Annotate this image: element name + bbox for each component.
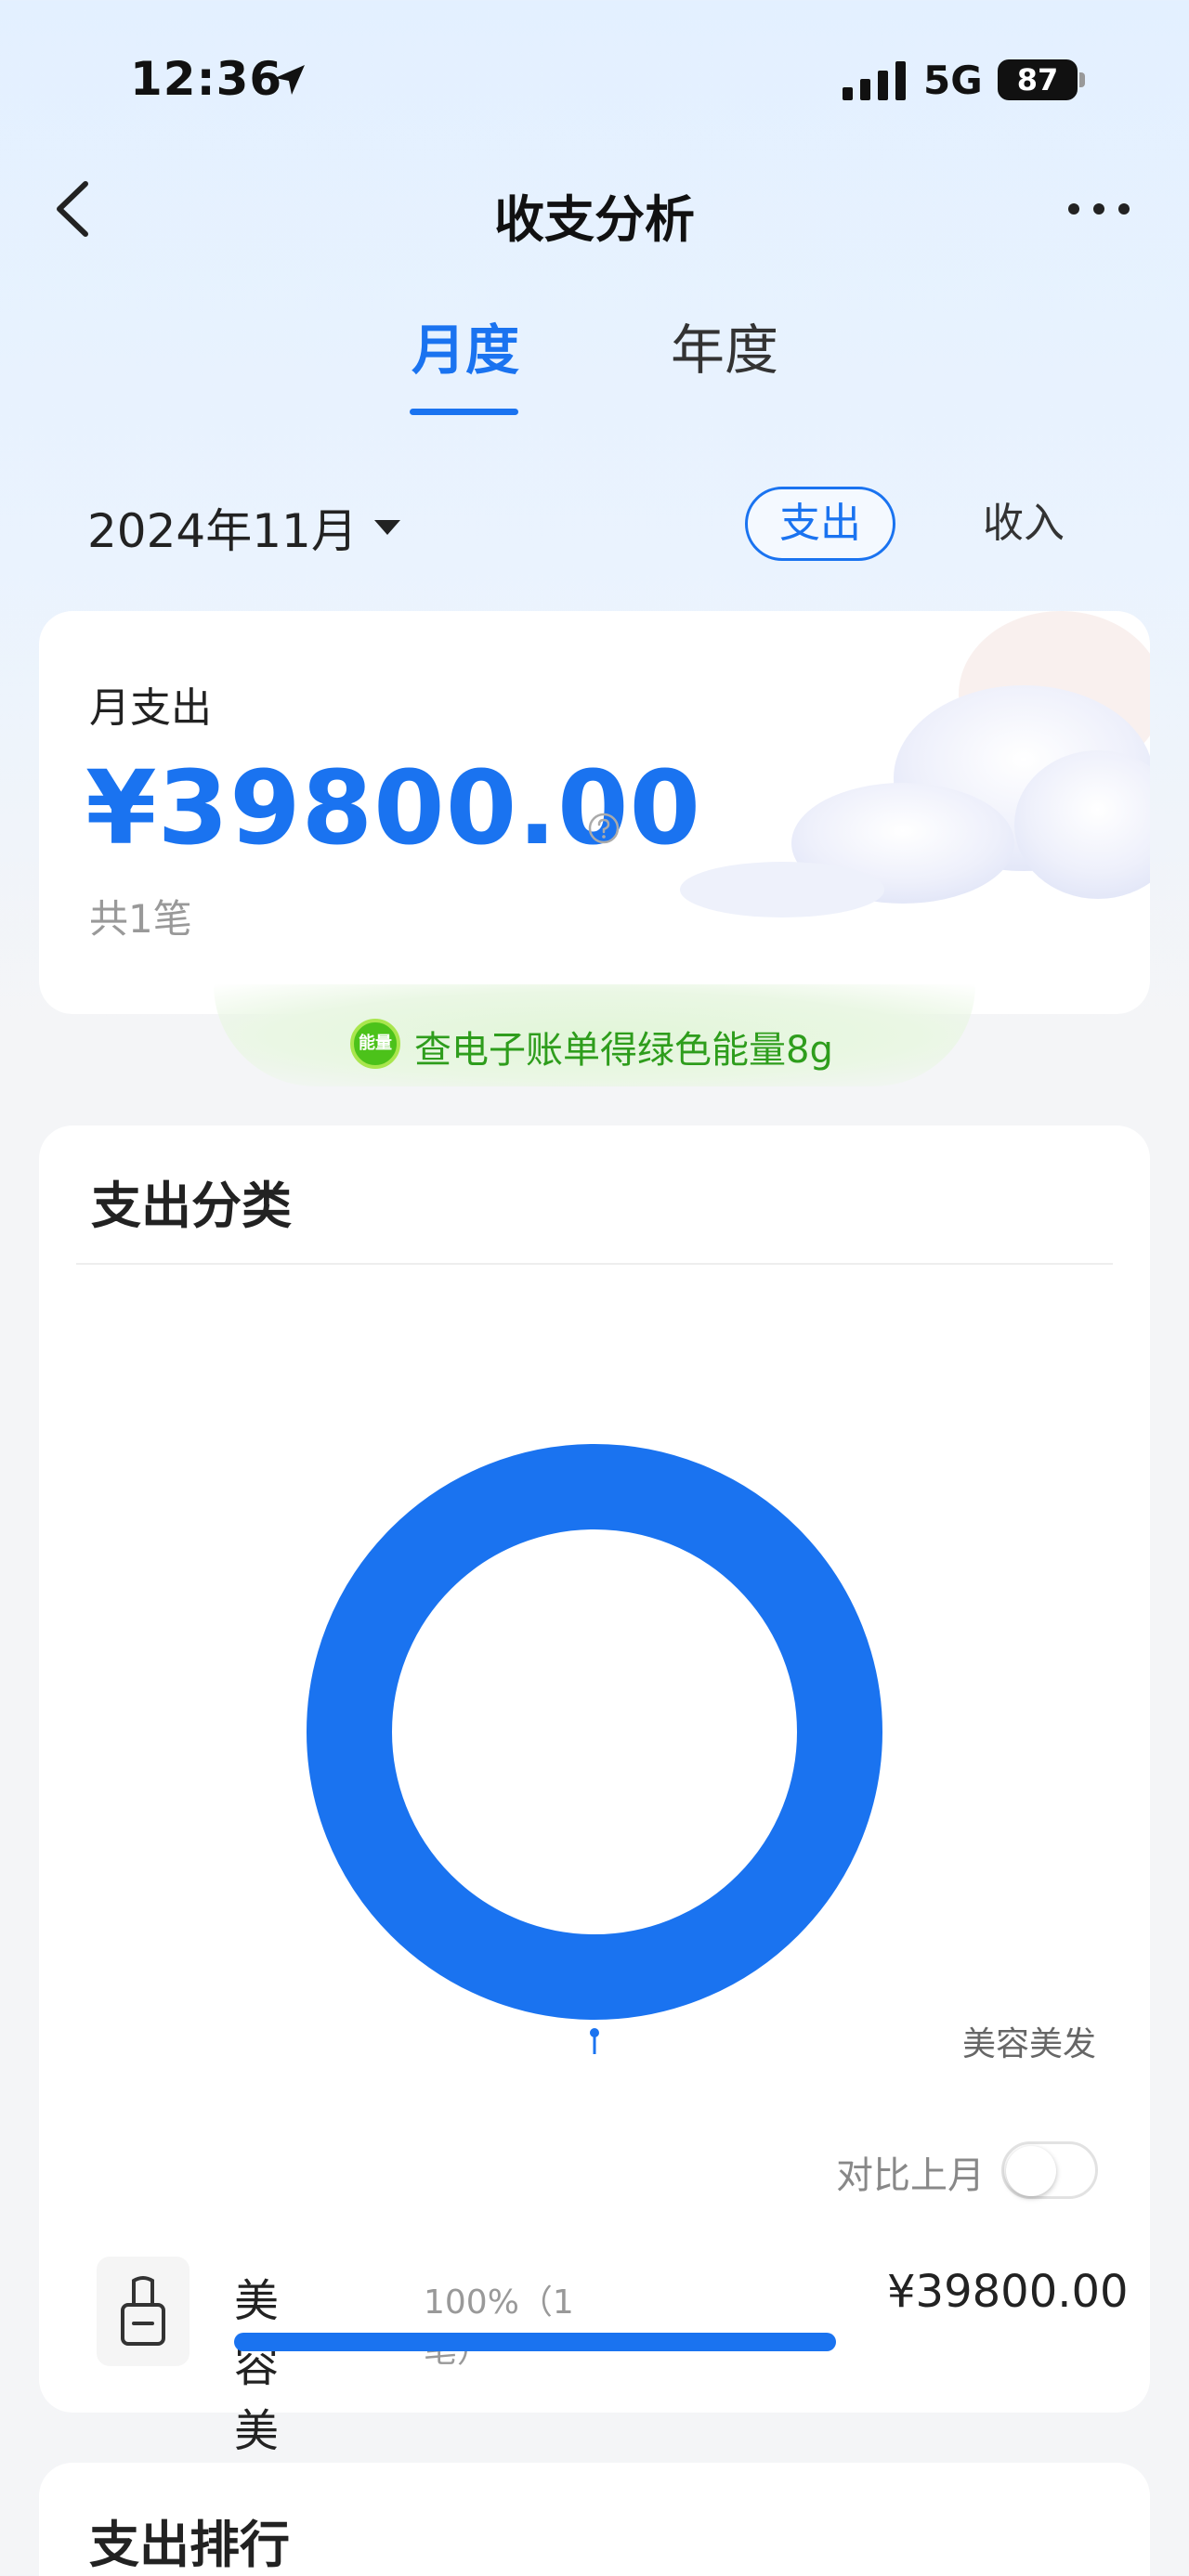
network-type: 5G bbox=[923, 58, 983, 103]
tab-monthly[interactable]: 月度 bbox=[412, 306, 519, 384]
monthly-expense-card: 月支出 ¥39800.00 共1笔 bbox=[39, 611, 1150, 1014]
caret-down-icon bbox=[373, 520, 400, 535]
page-title: 收支分析 bbox=[494, 190, 695, 249]
toggle-knob bbox=[1006, 2146, 1056, 2196]
tab-yearly[interactable]: 年度 bbox=[671, 306, 778, 384]
expense-ranking-card: 支出排行 bbox=[39, 2463, 1150, 2576]
income-toggle-button[interactable]: 收入 bbox=[983, 487, 1065, 561]
category-amount: ¥39800.00 bbox=[887, 2266, 1129, 2318]
ranking-section-title: 支出排行 bbox=[89, 2516, 290, 2574]
cloud-illustration bbox=[680, 611, 1150, 917]
status-time: 12:36 bbox=[130, 52, 283, 106]
battery-icon: 87 bbox=[998, 59, 1085, 100]
nav-bar: 收支分析 bbox=[0, 167, 1189, 251]
monthly-expense-amount: ¥39800.00 bbox=[85, 748, 702, 867]
category-donut-chart[interactable] bbox=[39, 1125, 1150, 2054]
category-share-bar bbox=[234, 2333, 836, 2351]
question-help-icon[interactable] bbox=[587, 812, 621, 845]
beauty-category-icon bbox=[97, 2257, 189, 2366]
chart-callout-label: 美容美发 bbox=[962, 2025, 1097, 2063]
compare-last-month-toggle[interactable] bbox=[1001, 2141, 1098, 2199]
active-tab-indicator bbox=[410, 409, 518, 415]
status-bar: 12:36 5G 87 bbox=[0, 0, 1189, 139]
transaction-count: 共1笔 bbox=[89, 896, 192, 942]
energy-badge-icon: 能量 bbox=[350, 1019, 400, 1069]
category-percent: 100%（1笔） bbox=[424, 2283, 574, 2370]
battery-level: 87 bbox=[998, 59, 1078, 100]
filter-row: 2024年11月 支出 收入 bbox=[0, 483, 1189, 566]
month-selector[interactable]: 2024年11月 bbox=[87, 494, 400, 561]
expense-toggle-button[interactable]: 支出 bbox=[745, 487, 895, 561]
month-selector-label: 2024年11月 bbox=[87, 504, 358, 558]
expense-category-card: 支出分类 bbox=[39, 1125, 1150, 2413]
period-tabs: 月度 年度 bbox=[0, 297, 1189, 418]
cellular-signal-icon bbox=[843, 61, 906, 100]
location-arrow-icon bbox=[275, 65, 305, 95]
monthly-expense-label: 月支出 bbox=[89, 684, 212, 732]
donut-slice-美容美发[interactable] bbox=[307, 1444, 882, 2020]
more-options-button[interactable] bbox=[1066, 195, 1131, 223]
energy-promo-text[interactable]: 查电子账单得绿色能量8g bbox=[414, 1020, 833, 1073]
compare-last-month-label: 对比上月 bbox=[836, 2154, 985, 2197]
